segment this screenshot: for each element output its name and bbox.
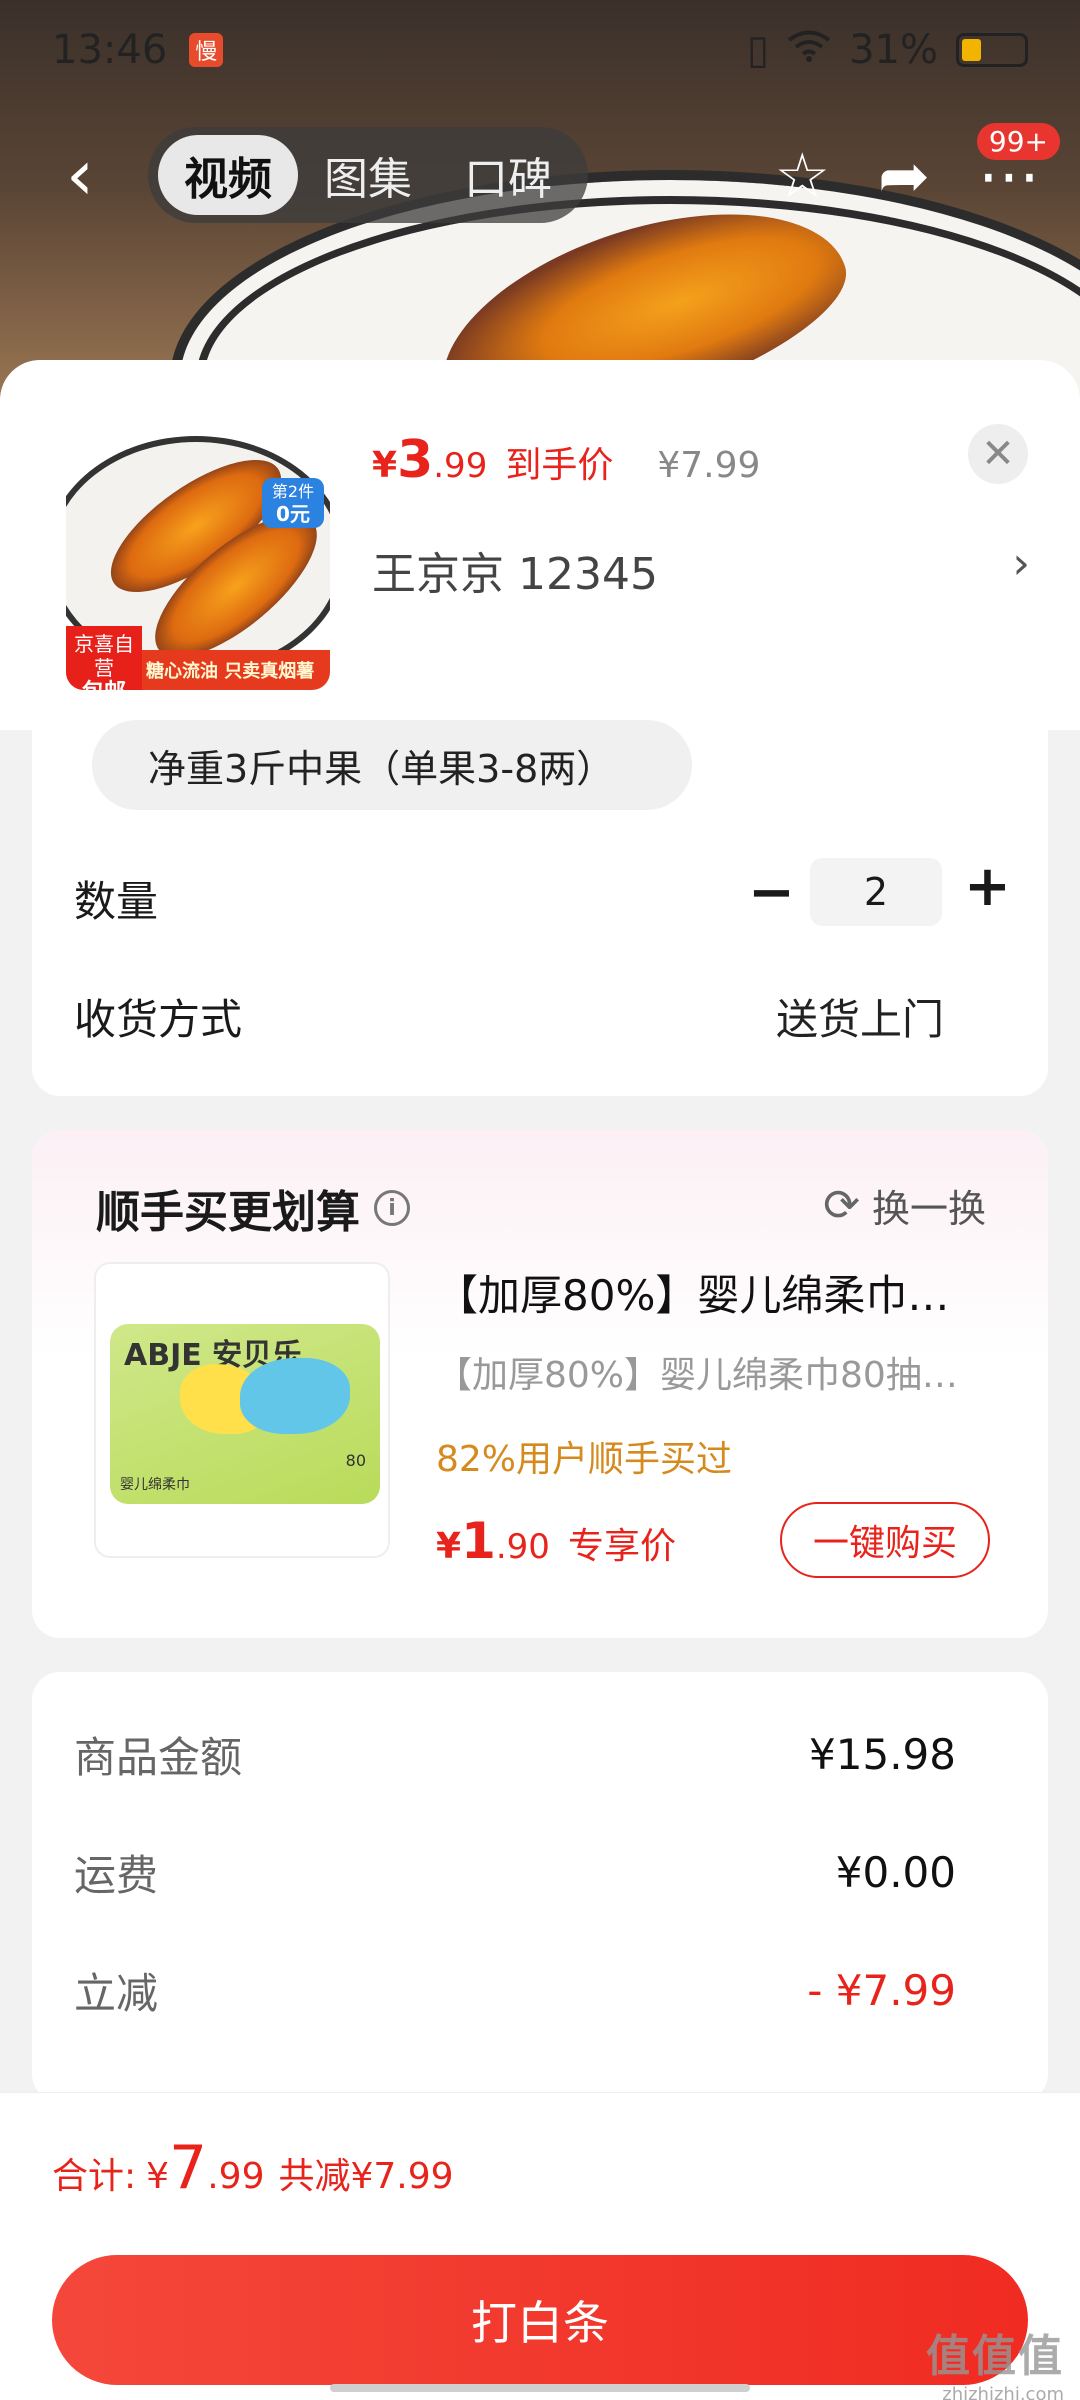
thumbnail-banner-text: 糖心流油 只卖真烟薯 (146, 661, 315, 682)
delivery-label: 收货方式 (74, 995, 243, 1044)
promo-tag-line1: 第2件 (271, 482, 315, 501)
pay-button[interactable]: 打白条 (52, 2255, 1028, 2385)
recommended-item-name[interactable]: 【加厚80%】婴儿绵柔巾… (436, 1262, 1036, 1323)
options-card: 净重3斤中果（单果3-8两） 数量 − 2 + 收货方式 送货上门 (32, 720, 1048, 1096)
price-currency: ¥ (372, 445, 398, 486)
watermark-logo: 值值值 zhizhizhi.com (926, 2320, 1064, 2400)
total-decimal: .99 (207, 2156, 265, 2197)
summary-value: - ¥7.99 (807, 1966, 956, 2015)
info-icon[interactable]: i (374, 1190, 410, 1226)
recommendation-title: 顺手买更划算 i (96, 1176, 410, 1240)
package-label: 婴儿绵柔巾 (120, 1477, 190, 1493)
watermark-site: zhizhizhi.com (942, 2384, 1064, 2400)
more-badge: 99+ (976, 122, 1060, 160)
price-integer: 3 (397, 430, 434, 490)
battery-icon (956, 33, 1028, 67)
media-tabs: 视频 图集 口碑 (148, 127, 588, 223)
home-indicator[interactable] (330, 2384, 750, 2392)
quantity-minus-button[interactable]: − (748, 860, 795, 925)
promo-tag-line2: 0元 (276, 502, 310, 526)
total-label: 合计: (52, 2156, 137, 2197)
summary-row-subtotal: 商品金额 ¥15.98 (74, 1724, 956, 1785)
summary-value: ¥0.00 (835, 1848, 956, 1897)
tab-video[interactable]: 视频 (158, 135, 298, 215)
total-savings: 共减¥7.99 (278, 2156, 454, 2197)
recommended-item-image[interactable]: ABJE 安贝乐 婴儿绵柔巾 80 (94, 1262, 390, 1558)
one-click-buy-button[interactable]: 一键购买 (780, 1502, 990, 1578)
original-price: ¥7.99 (657, 445, 761, 486)
battery-percent: 31% (849, 27, 938, 73)
watermark-text: 值值值 (926, 2331, 1064, 2382)
quantity-plus-button[interactable]: + (964, 854, 1011, 919)
status-right: ▯ 31% (747, 27, 1028, 73)
price-decimal: .99 (433, 446, 488, 486)
thumbnail-badge: 京喜自营包邮 (66, 626, 142, 690)
price-decimal: .90 (495, 1527, 550, 1567)
badge-line2: 包邮 (82, 680, 126, 691)
price-currency: ¥ (436, 1526, 462, 1567)
star-icon[interactable]: ☆ (774, 139, 830, 212)
product-price: ¥ 3 .99 到手价 ¥7.99 (372, 430, 760, 490)
tab-gallery[interactable]: 图集 (298, 135, 438, 215)
total-integer: 7 (169, 2133, 208, 2203)
summary-row-shipping: 运费 ¥0.00 (74, 1842, 956, 1903)
sheet-header: 第2件0元 糖心流油 只卖真烟薯 京喜自营包邮 ¥ 3 .99 到手价 ¥7.9… (0, 360, 1080, 730)
thumbnail-promo-tag: 第2件 0元 (262, 478, 324, 528)
top-nav-bar: ‹ 视频 图集 口碑 ☆ ➦ ⋯ 99+ (0, 120, 1080, 230)
recommended-item-subtitle: 【加厚80%】婴儿绵柔巾80抽… (436, 1355, 958, 1396)
order-total: 合计: ¥ 7 .99 共减¥7.99 (52, 2133, 454, 2203)
delivery-method[interactable]: 送货上门 (776, 986, 944, 1047)
chevron-right-icon[interactable]: › (1012, 538, 1030, 589)
back-icon[interactable]: ‹ (40, 134, 120, 216)
tab-reviews[interactable]: 口碑 (438, 135, 578, 215)
checkout-footer: 合计: ¥ 7 .99 共减¥7.99 打白条 (0, 2092, 1080, 2400)
wifi-icon (787, 27, 831, 73)
total-currency: ¥ (146, 2156, 170, 2197)
price-integer: 1 (461, 1512, 496, 1570)
product-thumbnail: 第2件0元 糖心流油 只卖真烟薯 京喜自营包邮 (66, 426, 330, 690)
wipes-package-graphic: ABJE 安贝乐 婴儿绵柔巾 80 (110, 1324, 380, 1504)
spec-option-chip[interactable]: 净重3斤中果（单果3-8两） (92, 720, 692, 810)
refresh-button[interactable]: ⟳ 换一换 (823, 1178, 986, 1233)
badge-line1: 京喜自营 (74, 632, 134, 680)
share-icon[interactable]: ➦ (878, 139, 930, 212)
status-time: 13:46 (52, 27, 168, 73)
app-notification-icon: 慢 (189, 33, 224, 67)
nav-actions: ☆ ➦ ⋯ 99+ (774, 122, 1060, 212)
price-summary-card: 商品金额 ¥15.98 运费 ¥0.00 立减 - ¥7.99 (32, 1672, 1048, 2102)
status-bar: 13:46 慢 ▯ 31% (0, 0, 1080, 100)
recommended-item-price: ¥ 1 .90 专享价 (436, 1512, 676, 1570)
recommendation-card: 顺手买更划算 i ⟳ 换一换 ABJE 安贝乐 婴儿绵柔巾 80 【加厚80%】… (32, 1130, 1048, 1638)
price-label: 到手价 (505, 445, 614, 486)
price-label: 专享价 (567, 1526, 676, 1567)
quantity-label: 数量 (74, 877, 159, 926)
selected-spec[interactable]: 王京京 12345 (372, 538, 658, 602)
summary-value: ¥15.98 (809, 1730, 956, 1779)
package-character (240, 1358, 350, 1434)
sim-icon: ▯ (747, 27, 770, 73)
recommendation-title-text: 顺手买更划算 (96, 1187, 360, 1238)
battery-level (962, 39, 981, 61)
refresh-label: 换一换 (871, 1187, 986, 1231)
quantity-input[interactable]: 2 (810, 858, 942, 926)
summary-label: 运费 (74, 1851, 159, 1900)
summary-label: 立减 (74, 1969, 159, 2018)
summary-label: 商品金额 (74, 1733, 243, 1782)
recommended-item-stat: 82%用户顺手买过 (436, 1439, 733, 1480)
package-count: 80 (345, 1451, 366, 1470)
close-icon[interactable]: ✕ (968, 424, 1028, 484)
summary-row-discount: 立减 - ¥7.99 (74, 1960, 956, 2021)
refresh-icon: ⟳ (823, 1180, 860, 1231)
